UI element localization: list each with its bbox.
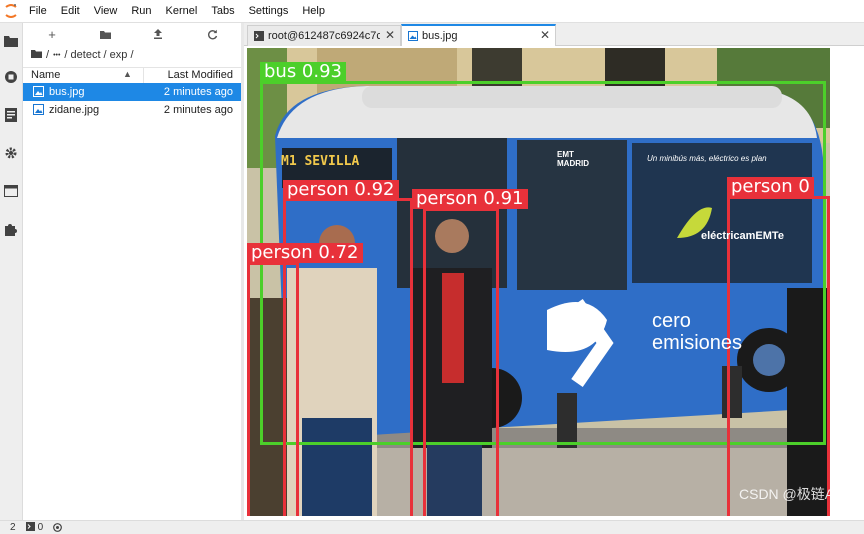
menu-bar: File Edit View Run Kernel Tabs Settings … — [0, 0, 864, 22]
close-icon[interactable]: ✕ — [540, 28, 550, 42]
new-folder-icon[interactable] — [98, 27, 112, 41]
image-viewer: bus 0.93 person 0.92 person 0.91 person … — [244, 46, 864, 520]
terminal-icon — [254, 31, 264, 41]
breadcrumb-root[interactable]: / — [46, 49, 49, 61]
tab-terminal[interactable]: root@612487c6924c7ca70 ✕ — [247, 25, 401, 46]
image-file-icon — [33, 86, 44, 97]
status-count[interactable]: 2 — [10, 522, 16, 533]
bus-operator-text: EMT MADRID — [557, 150, 589, 168]
person-detection-label: person 0.91 — [412, 189, 528, 209]
tab-bus-jpg[interactable]: bus.jpg ✕ — [401, 24, 556, 47]
sort-ascending-icon[interactable]: ▲ — [123, 69, 132, 79]
file-row-zidane[interactable]: zidane.jpg 2 minutes ago — [23, 101, 241, 119]
folder-icon[interactable] — [3, 33, 19, 49]
person-detection-label: person 0.72 — [247, 243, 363, 263]
menu-tabs[interactable]: Tabs — [204, 0, 241, 22]
refresh-icon[interactable] — [205, 27, 219, 41]
image-file-icon — [33, 104, 44, 115]
person-detection-label: person 0.92 — [283, 180, 399, 200]
file-modified: 2 minutes ago — [163, 86, 233, 98]
status-bar: 2 0 — [0, 520, 864, 534]
file-row-bus[interactable]: bus.jpg 2 minutes ago — [23, 83, 241, 101]
file-browser-panel: + / ••• / detect / exp / Name ▲ Last Mod… — [23, 23, 241, 520]
tab-label: bus.jpg — [422, 30, 458, 42]
folder-icon[interactable] — [31, 49, 42, 61]
watermark: CSDN @极链AI云 — [739, 486, 852, 502]
breadcrumb: / ••• / detect / exp / — [31, 47, 134, 63]
terminal-count: 0 — [37, 522, 44, 533]
menu-file[interactable]: File — [22, 0, 54, 22]
extension-puzzle-icon[interactable] — [3, 221, 19, 237]
breadcrumb-ellipsis[interactable]: ••• — [53, 52, 60, 59]
bus-detection-label: bus 0.93 — [260, 62, 347, 82]
bus-brand-text: eléctricamEMTe — [701, 230, 784, 242]
menu-help[interactable]: Help — [295, 0, 332, 22]
person-detection-box — [423, 208, 499, 516]
file-name: bus.jpg — [49, 86, 85, 98]
person-detection-box — [247, 262, 299, 516]
bus-route-sign: M1 SEVILLA — [281, 154, 360, 169]
image-file-icon — [408, 31, 418, 41]
upload-icon[interactable] — [151, 27, 165, 41]
column-divider[interactable] — [143, 68, 144, 84]
person-detection-label: person 0 — [727, 177, 814, 197]
left-sidebar — [0, 23, 23, 520]
detection-result-image: bus 0.93 person 0.92 person 0.91 person … — [247, 48, 830, 516]
menu-edit[interactable]: Edit — [54, 0, 87, 22]
bus-slogan-1: cero — [652, 310, 691, 332]
menu-kernel[interactable]: Kernel — [159, 0, 205, 22]
status-terminals[interactable]: 0 — [25, 521, 44, 534]
jupyter-logo-icon — [0, 0, 22, 22]
menu-settings[interactable]: Settings — [242, 0, 296, 22]
new-launcher-plus-icon[interactable]: + — [45, 27, 59, 42]
tab-label: root@612487c6924c7ca70 — [268, 30, 380, 42]
menu-run[interactable]: Run — [124, 0, 158, 22]
file-modified: 2 minutes ago — [163, 104, 233, 116]
close-icon[interactable]: ✕ — [385, 28, 395, 42]
running-icon[interactable] — [3, 69, 19, 85]
terminal-icon — [25, 521, 35, 534]
tabs-icon[interactable] — [3, 183, 19, 199]
file-name: zidane.jpg — [49, 104, 100, 116]
column-name[interactable]: Name — [31, 69, 60, 81]
file-browser-toolbar: + — [23, 23, 241, 45]
commands-icon[interactable] — [3, 107, 19, 123]
bus-ad-top: Un minibús más, eléctrico es plan — [647, 154, 767, 163]
bus-slogan-2: emisiones — [652, 332, 743, 354]
person-detection-box — [727, 196, 830, 516]
kernel-status-icon[interactable] — [53, 523, 63, 532]
settings-gear-icon[interactable] — [3, 145, 19, 161]
document-tab-bar: root@612487c6924c7ca70 ✕ bus.jpg ✕ — [244, 23, 864, 47]
menu-view[interactable]: View — [87, 0, 125, 22]
breadcrumb-path[interactable]: / detect / exp / — [64, 49, 133, 61]
column-last-modified[interactable]: Last Modified — [168, 69, 233, 81]
